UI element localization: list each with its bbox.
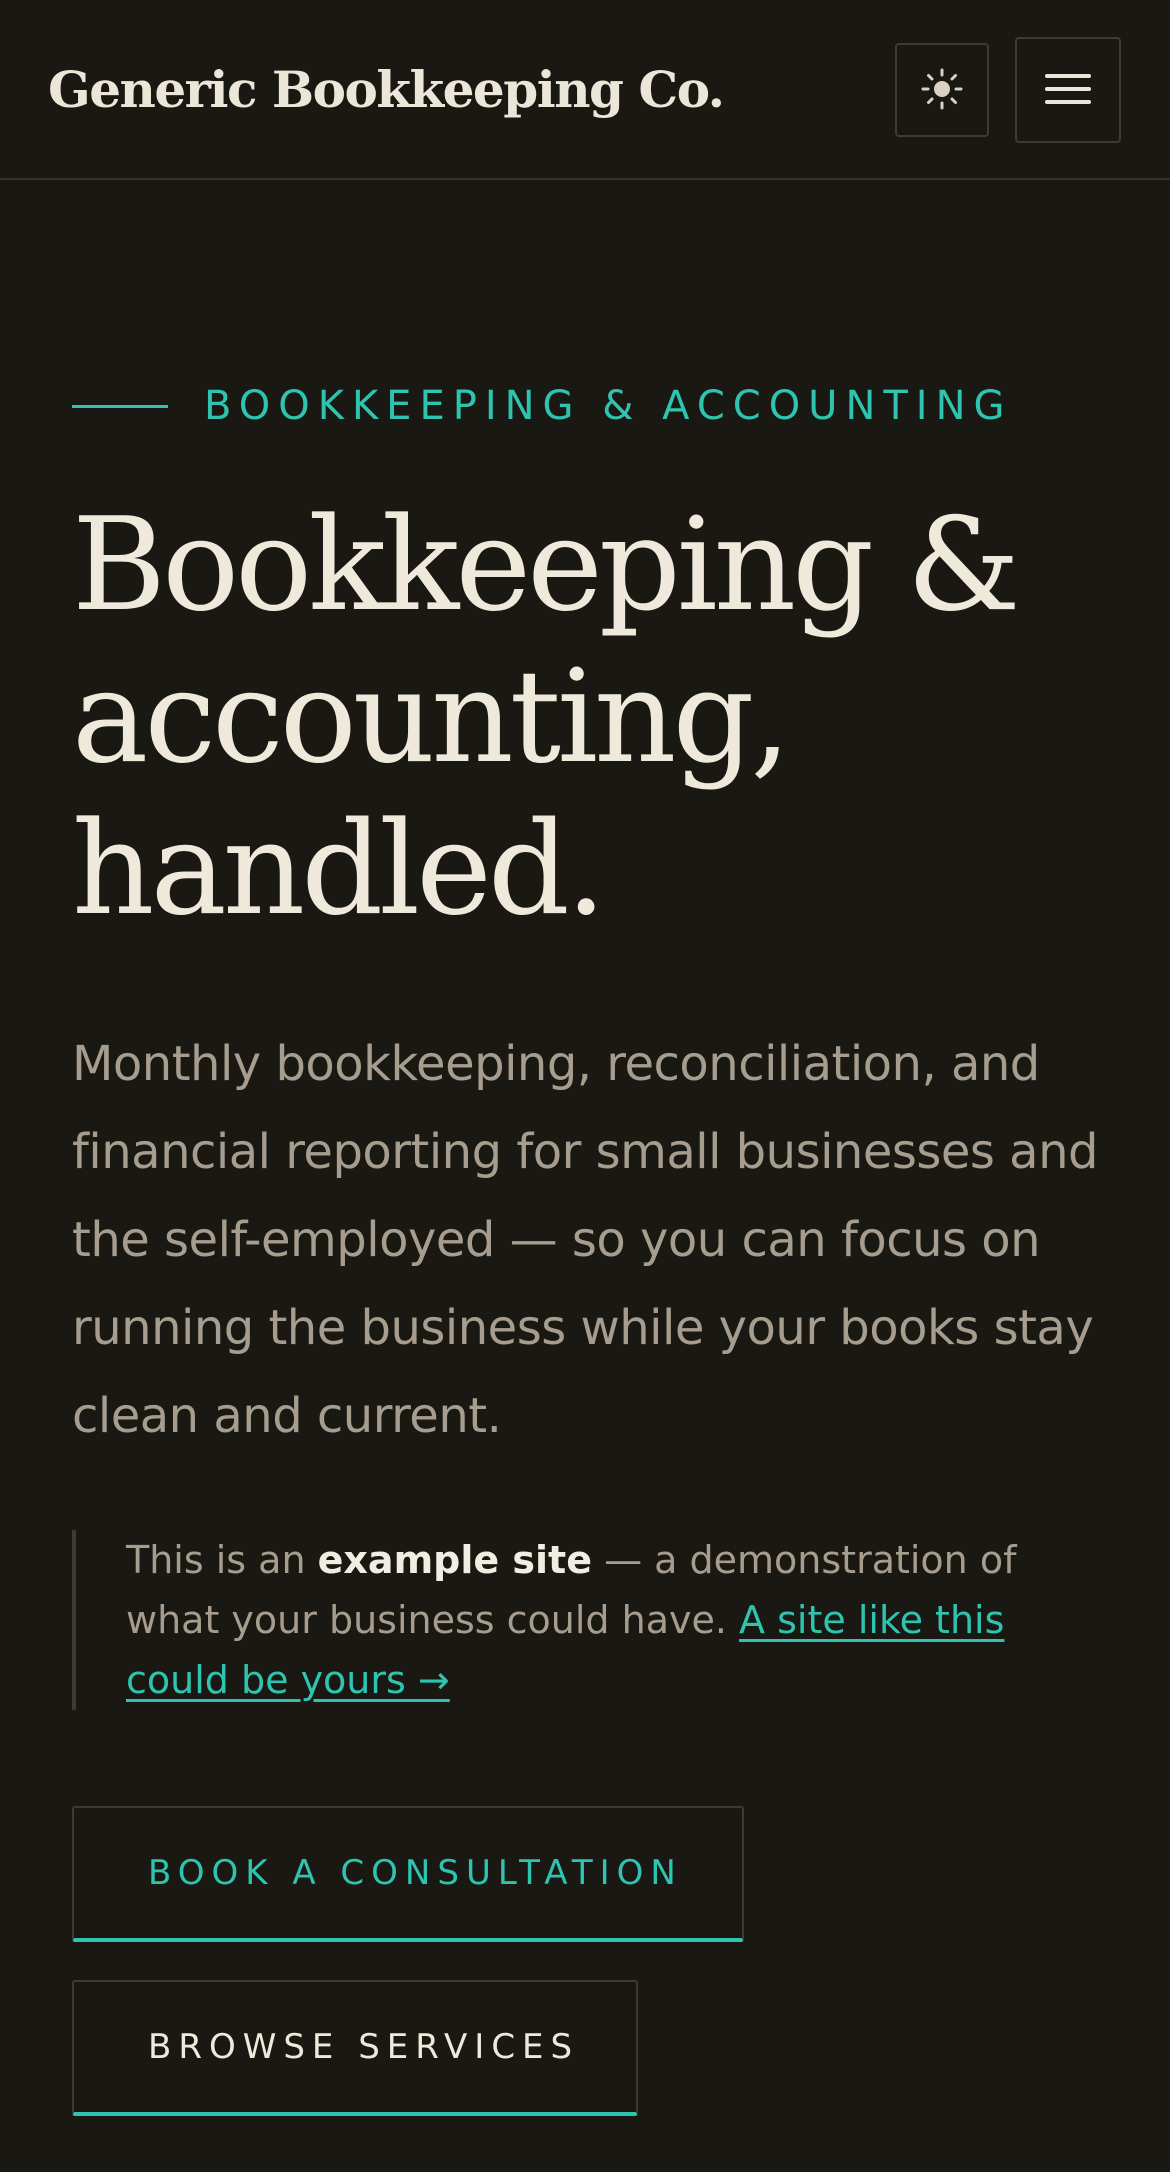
headline-line: accounting,: [72, 643, 791, 792]
menu-button[interactable]: [1015, 37, 1121, 143]
eyebrow-text: BOOKKEEPING & ACCOUNTING: [204, 383, 1013, 429]
headline-line: handled.: [72, 795, 606, 944]
browse-services-button[interactable]: BROWSE SERVICES: [72, 1980, 638, 2116]
eyebrow-rule: [72, 404, 168, 408]
theme-toggle-button[interactable]: [895, 43, 989, 137]
example-site-notice: This is an example site — a demonstratio…: [72, 1530, 1092, 1710]
site-header: Generic Bookkeeping Co.: [0, 0, 1170, 180]
notice-prefix: This is an: [126, 1538, 306, 1582]
sun-icon: [918, 65, 966, 116]
eyebrow: BOOKKEEPING & ACCOUNTING: [72, 376, 1013, 436]
headline-line: Bookkeeping &: [72, 491, 1021, 640]
hamburger-menu-icon: [1044, 71, 1092, 110]
book-consultation-button[interactable]: BOOK A CONSULTATION: [72, 1806, 744, 1942]
notice-strong: example site: [317, 1538, 592, 1582]
hero-description: Monthly bookkeeping, reconciliation, and…: [72, 1036, 1098, 1444]
brand-logo-text[interactable]: Generic Bookkeeping Co.: [48, 54, 725, 126]
page: Generic Bookkeeping Co. BOOKKEEPING & AC…: [0, 0, 1170, 2172]
hero-headline: Bookkeeping & accounting, handled.: [72, 490, 1132, 946]
